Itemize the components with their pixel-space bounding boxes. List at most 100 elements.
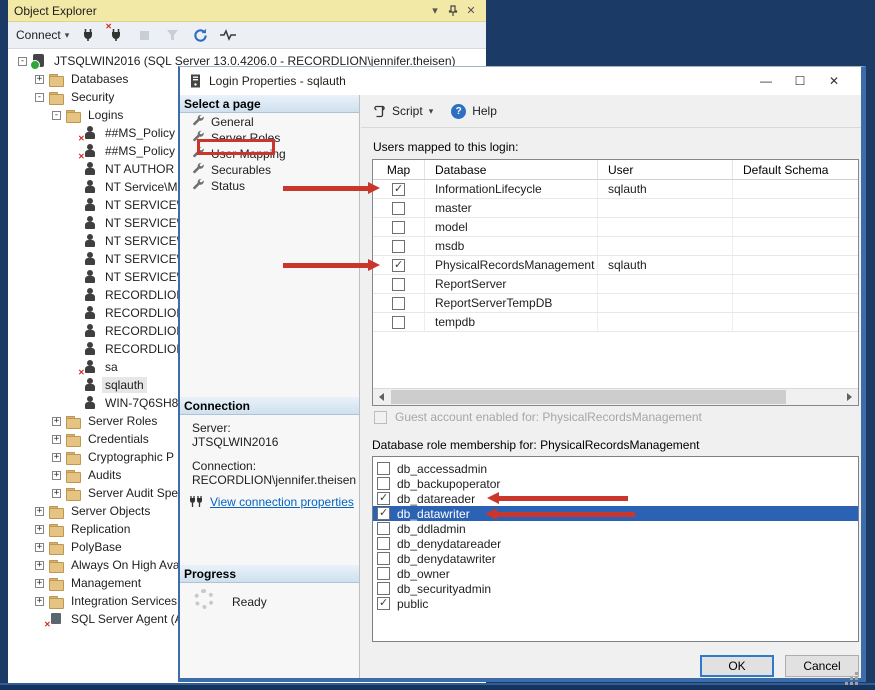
disconnect-icon[interactable]: ✕ [107, 26, 125, 44]
role-item-db_owner[interactable]: db_owner [373, 566, 858, 581]
map-cell[interactable] [373, 313, 425, 331]
map-cell[interactable] [373, 275, 425, 293]
activity-monitor-icon[interactable] [219, 26, 237, 44]
table-row[interactable]: model [373, 218, 858, 237]
resize-grip[interactable] [855, 672, 858, 675]
table-row[interactable]: PhysicalRecordsManagementsqlauth [373, 256, 858, 275]
close-icon[interactable]: ✕ [462, 3, 480, 19]
tree-expander-plus[interactable]: + [35, 525, 44, 534]
role-item-db_denydatareader[interactable]: db_denydatareader [373, 536, 858, 551]
tree-item-label: sqlauth [102, 377, 147, 393]
user-cell [598, 275, 733, 293]
map-cell[interactable] [373, 218, 425, 236]
chevron-down-icon: ▾ [65, 30, 70, 41]
role-checkbox[interactable] [377, 582, 390, 595]
tree-expander-plus[interactable]: + [35, 543, 44, 552]
table-row[interactable]: ReportServerTempDB [373, 294, 858, 313]
window-position-icon[interactable]: ▾ [426, 3, 444, 19]
folder-icon [48, 90, 64, 104]
role-checkbox[interactable] [377, 597, 390, 610]
view-connection-properties-link[interactable]: View connection properties [210, 495, 354, 509]
role-checkbox[interactable] [377, 552, 390, 565]
horizontal-scrollbar[interactable] [373, 388, 858, 405]
tree-expander-plus[interactable]: + [52, 471, 61, 480]
tree-item-label: WIN-7Q6SH8 [102, 395, 181, 411]
map-checkbox[interactable] [392, 221, 405, 234]
user-icon [82, 324, 98, 338]
minimize-button[interactable]: — [749, 69, 783, 93]
tree-expander-plus[interactable]: + [35, 507, 44, 516]
role-label: db_ddladmin [397, 522, 466, 536]
connect-icon[interactable] [79, 26, 97, 44]
table-row[interactable]: master [373, 199, 858, 218]
refresh-icon[interactable] [191, 26, 209, 44]
map-cell[interactable] [373, 256, 425, 274]
tree-expander-plus[interactable]: + [35, 597, 44, 606]
role-item-db_backupoperator[interactable]: db_backupoperator [373, 476, 858, 491]
help-button[interactable]: Help [472, 104, 497, 118]
map-cell[interactable] [373, 237, 425, 255]
role-checkbox[interactable] [377, 492, 390, 505]
users-mapped-label: Users mapped to this login: [373, 140, 518, 154]
tree-expander-plus[interactable]: + [52, 453, 61, 462]
role-checkbox[interactable] [377, 567, 390, 580]
tree-expander-plus[interactable]: + [52, 417, 61, 426]
map-cell[interactable] [373, 180, 425, 198]
tree-item-label: Server Audit Spe [85, 485, 181, 501]
role-item-db_accessadmin[interactable]: db_accessadmin [373, 461, 858, 476]
role-checkbox[interactable] [377, 477, 390, 490]
tree-item-label: ##MS_Policy [102, 125, 178, 141]
database-cell: msdb [425, 237, 598, 255]
tree-expander-minus[interactable]: - [35, 93, 44, 102]
map-checkbox[interactable] [392, 202, 405, 215]
role-item-public[interactable]: public [373, 596, 858, 611]
page-item-general[interactable]: General [180, 114, 359, 130]
map-checkbox[interactable] [392, 240, 405, 253]
role-label: db_denydatareader [397, 537, 501, 551]
close-button[interactable]: ✕ [817, 69, 851, 93]
role-checkbox[interactable] [377, 522, 390, 535]
tree-item-label: Server Roles [85, 413, 160, 429]
tree-item-label: NT SERVICE\ [102, 251, 183, 267]
map-checkbox[interactable] [392, 297, 405, 310]
map-checkbox[interactable] [392, 183, 405, 196]
tree-expander-plus[interactable]: + [35, 561, 44, 570]
map-cell[interactable] [373, 294, 425, 312]
table-row[interactable]: ReportServer [373, 275, 858, 294]
role-checkbox[interactable] [377, 462, 390, 475]
tree-expander-minus[interactable]: - [18, 57, 27, 66]
tree-expander-minus[interactable]: - [52, 111, 61, 120]
script-dropdown-icon[interactable]: ▾ [429, 106, 434, 117]
role-item-db_ddladmin[interactable]: db_ddladmin [373, 521, 858, 536]
maximize-button[interactable]: ☐ [783, 69, 817, 93]
role-item-db_denydatawriter[interactable]: db_denydatawriter [373, 551, 858, 566]
map-checkbox[interactable] [392, 316, 405, 329]
map-cell[interactable] [373, 199, 425, 217]
page-item-securables[interactable]: Securables [180, 162, 359, 178]
scrollbar-thumb[interactable] [391, 390, 786, 404]
connect-button[interactable]: Connect ▾ [16, 28, 69, 42]
user-icon [82, 396, 98, 410]
folder-icon [48, 540, 64, 554]
map-checkbox[interactable] [392, 278, 405, 291]
role-checkbox[interactable] [377, 537, 390, 550]
tree-expander-plus[interactable]: + [35, 75, 44, 84]
default-schema-cell [733, 199, 858, 217]
scroll-right-icon[interactable] [841, 389, 858, 405]
pin-icon[interactable] [444, 3, 462, 19]
role-checkbox[interactable] [377, 507, 390, 520]
table-row[interactable]: InformationLifecyclesqlauth [373, 180, 858, 199]
scroll-left-icon[interactable] [373, 389, 390, 405]
map-checkbox[interactable] [392, 259, 405, 272]
tree-expander-plus[interactable]: + [52, 489, 61, 498]
dialog-titlebar[interactable]: Login Properties - sqlauth — ☐ ✕ [180, 67, 861, 95]
tree-expander-plus[interactable]: + [52, 435, 61, 444]
folder-icon [65, 108, 81, 122]
script-button[interactable]: Script [392, 104, 423, 118]
tree-expander-plus[interactable]: + [35, 579, 44, 588]
table-row[interactable]: tempdb [373, 313, 858, 332]
ok-button[interactable]: OK [700, 655, 774, 677]
role-item-db_securityadmin[interactable]: db_securityadmin [373, 581, 858, 596]
cancel-button[interactable]: Cancel [785, 655, 859, 677]
table-row[interactable]: msdb [373, 237, 858, 256]
